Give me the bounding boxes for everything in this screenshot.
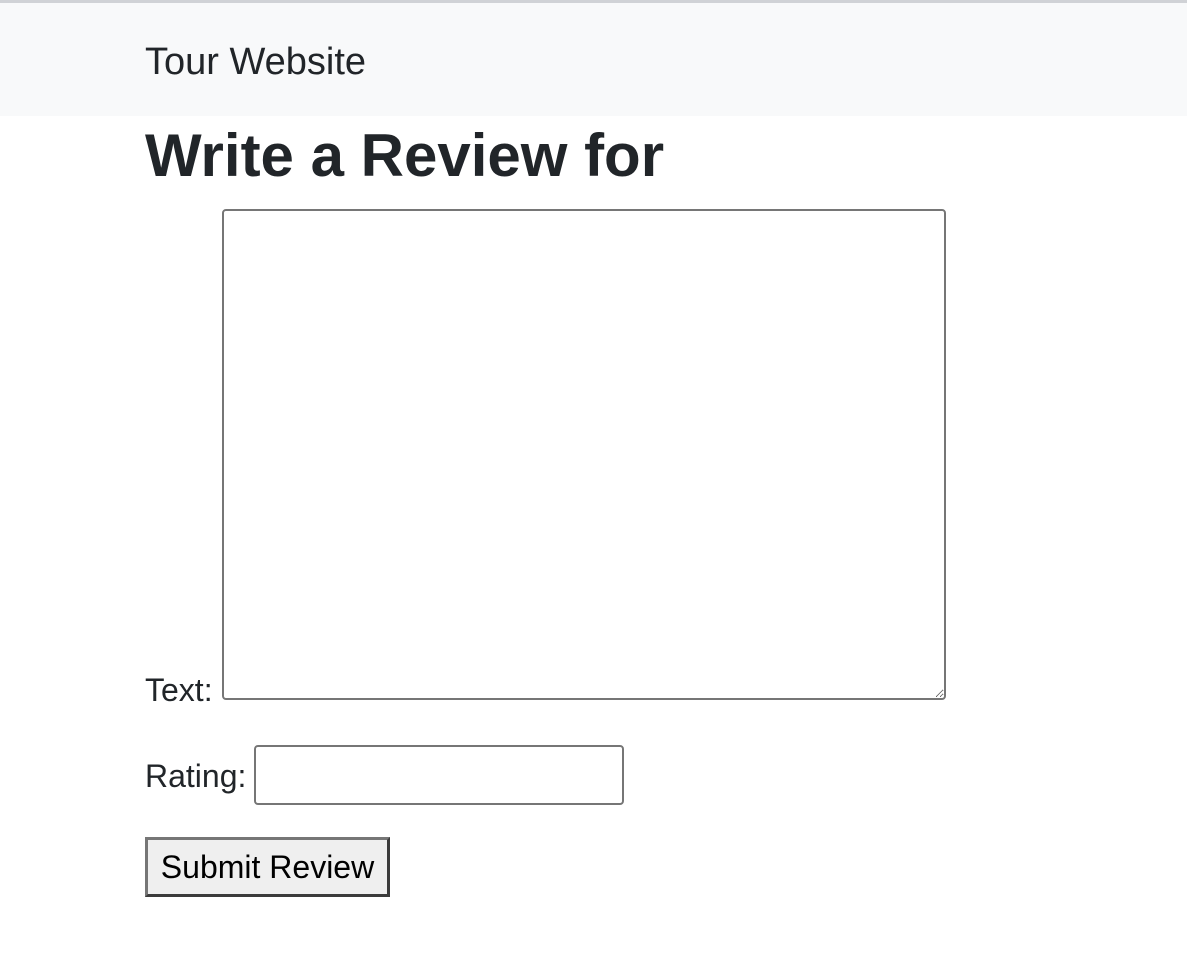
text-label: Text: (145, 672, 213, 708)
review-text-area[interactable] (222, 209, 946, 700)
page-title: Write a Review for (145, 122, 665, 189)
navbar-brand-link[interactable]: Tour Website (145, 39, 366, 85)
submit-review-button[interactable]: Submit Review (145, 837, 390, 897)
navbar: Tour Website (0, 3, 1187, 116)
rating-input[interactable] (254, 745, 624, 805)
rating-label: Rating: (145, 758, 247, 794)
